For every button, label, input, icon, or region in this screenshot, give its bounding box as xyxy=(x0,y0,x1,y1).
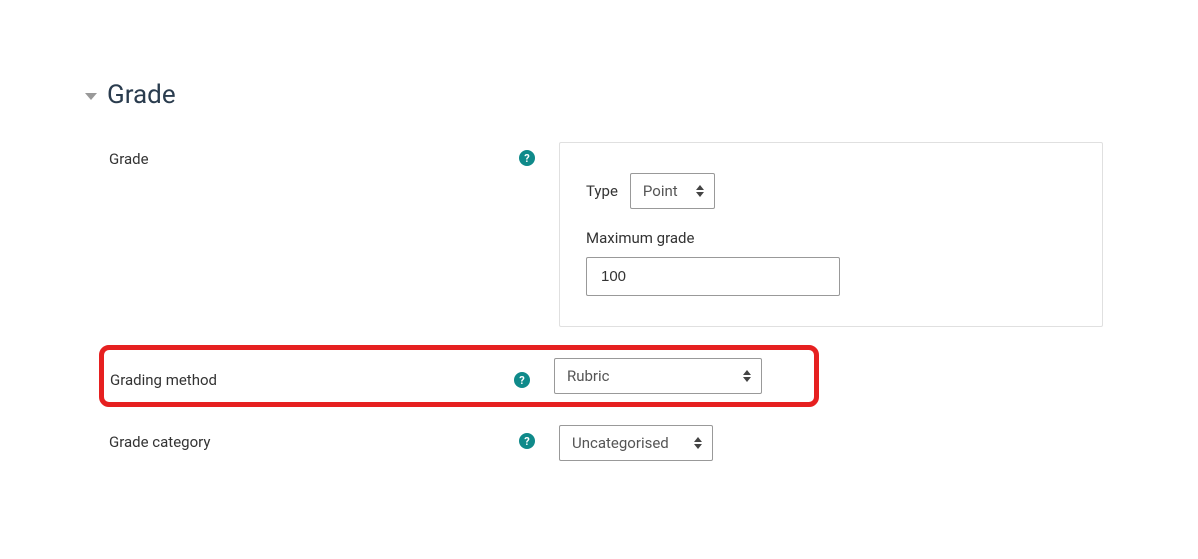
grade-category-value: Uncategorised xyxy=(572,434,669,452)
form-row-grade-category: Grade category ? Uncategorised xyxy=(109,425,1113,461)
grading-method-label: Grading method xyxy=(110,371,217,389)
grading-method-value: Rubric xyxy=(567,367,610,385)
grade-category-label: Grade category xyxy=(109,433,210,451)
grade-type-select[interactable]: Point xyxy=(630,173,715,209)
help-icon[interactable]: ? xyxy=(519,150,535,166)
sort-icon xyxy=(743,370,751,382)
form-row-grade: Grade ? Type Point Maximum grade xyxy=(109,142,1113,327)
grading-method-select[interactable]: Rubric xyxy=(554,358,762,394)
highlight-grading-method: Grading method ? Rubric xyxy=(99,345,819,407)
max-grade-input[interactable] xyxy=(586,257,840,296)
caret-down-icon xyxy=(85,93,97,100)
max-grade-label: Maximum grade xyxy=(586,229,1064,247)
sort-icon xyxy=(694,437,702,449)
grade-panel: Type Point Maximum grade xyxy=(559,142,1103,327)
section-header-grade[interactable]: Grade xyxy=(85,80,1113,110)
help-icon[interactable]: ? xyxy=(519,433,535,449)
section-title: Grade xyxy=(107,80,176,110)
sort-icon xyxy=(696,185,704,197)
help-icon[interactable]: ? xyxy=(514,372,530,388)
grade-category-select[interactable]: Uncategorised xyxy=(559,425,713,461)
grade-type-value: Point xyxy=(643,182,678,200)
grade-type-label: Type xyxy=(586,182,618,200)
grade-label: Grade xyxy=(109,150,149,168)
